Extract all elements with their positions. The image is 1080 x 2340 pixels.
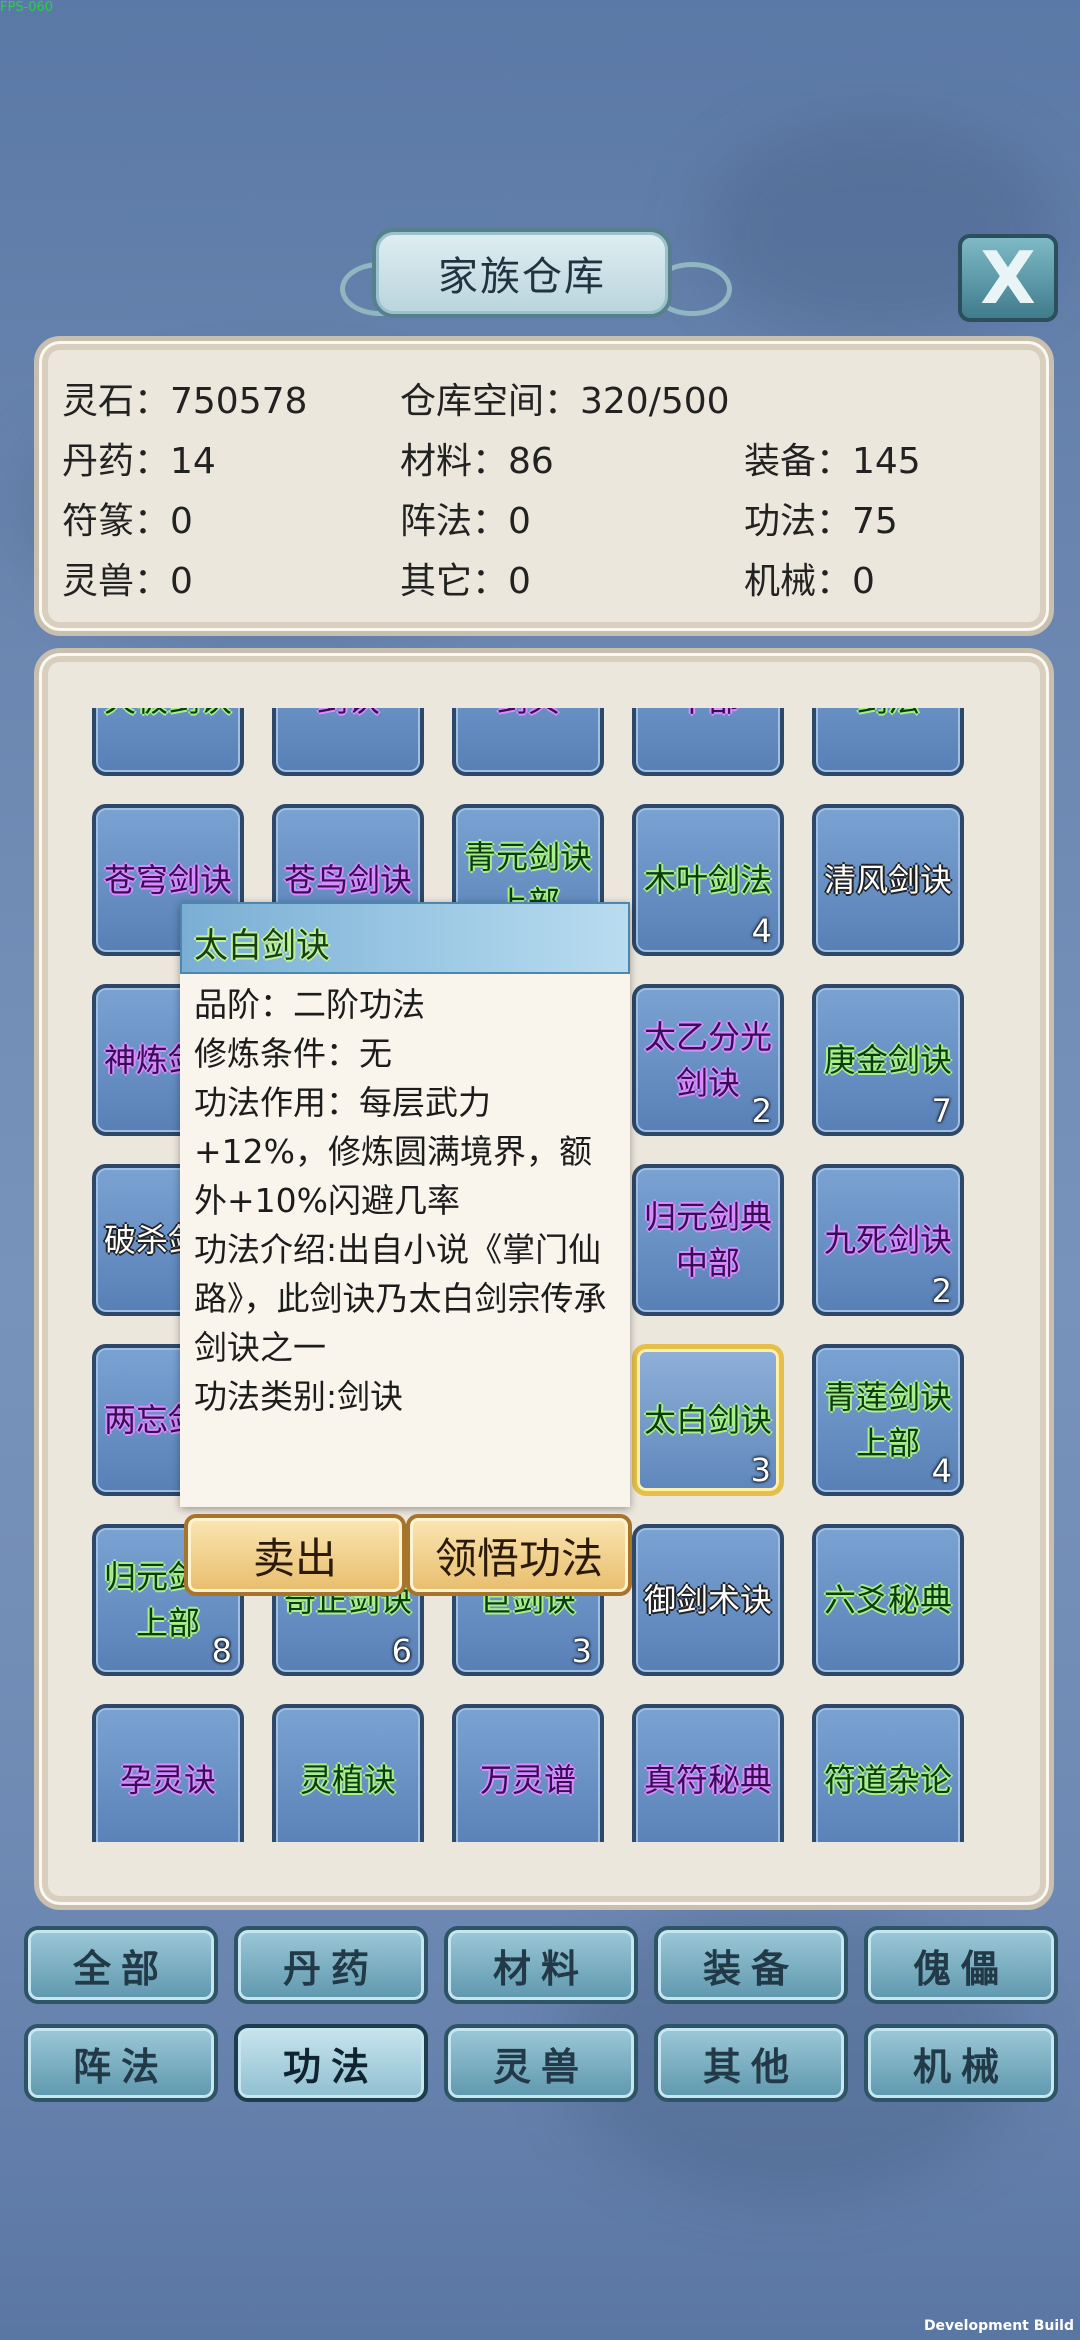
tab-8[interactable]: 灵兽 (444, 2024, 638, 2102)
stat-value: 材料：86 (400, 441, 554, 482)
stat-value: 装备：145 (744, 441, 921, 482)
stat-value: 灵石：750578 (62, 381, 308, 422)
item-name: 归元剑典中部 (643, 1198, 772, 1282)
tooltip-line: 修炼条件：无 (194, 1034, 392, 1073)
item-name: 灵植诀 (299, 1761, 396, 1799)
item-slot[interactable]: 太乙分光剑诀 2 (632, 984, 784, 1136)
item-name: 剑诀 (278, 708, 418, 723)
item-slot[interactable]: 真符秘典 (632, 1704, 784, 1842)
item-slot[interactable]: 归元剑典中部 (632, 1164, 784, 1316)
tab-10[interactable]: 机械 (864, 2024, 1058, 2102)
item-tooltip: 太白剑诀 品阶：二阶功法 修炼条件：无功法作用：每层武力+12%，修炼圆满境界，额… (180, 902, 630, 1507)
close-button[interactable]: X (958, 234, 1058, 322)
item-name: 符道杂论 (823, 1761, 952, 1799)
tab-4[interactable]: 装备 (654, 1926, 848, 2004)
stat-value: 灵兽：0 (62, 561, 193, 602)
title-plaque: 家族仓库 (372, 228, 672, 318)
item-name: 真符秘典 (643, 1761, 772, 1799)
tooltip-line: 功法介绍:出自小说《掌门仙路》，此剑诀乃太白剑宗传承剑诀之一 (194, 1230, 607, 1367)
tab-6[interactable]: 阵法 (24, 2024, 218, 2102)
item-count: 3 (571, 1632, 592, 1670)
item-slot[interactable]: 中部 (632, 708, 784, 776)
learn-button-label: 领悟功法 (434, 1533, 603, 1583)
item-name: 六爻秘典 (823, 1581, 952, 1619)
item-slot[interactable]: 清风剑诀 (812, 804, 964, 956)
item-count: 2 (751, 1092, 772, 1130)
tab-label: 功法 (282, 2044, 379, 2089)
stat-value: 丹药：14 (62, 441, 216, 482)
tooltip-header: 太白剑诀 (180, 902, 630, 974)
item-name: 木叶剑法 (643, 861, 772, 899)
stat-value: 机械：0 (744, 561, 875, 602)
item-slot[interactable]: 青莲剑诀上部 4 (812, 1344, 964, 1496)
item-slot[interactable]: 庚金剑诀 7 (812, 984, 964, 1136)
tab-label: 阵法 (72, 2044, 169, 2089)
tab-label: 其他 (702, 2044, 799, 2089)
tab-9[interactable]: 其他 (654, 2024, 848, 2102)
tab-5[interactable]: 傀儡 (864, 1926, 1058, 2004)
item-slot[interactable]: 剑法 (812, 708, 964, 776)
tab-label: 丹药 (282, 1946, 379, 1991)
item-slot[interactable]: 天极剑诀 (92, 708, 244, 776)
stat-value: 仓库空间：320/500 (400, 381, 730, 422)
tab-2[interactable]: 丹药 (234, 1926, 428, 2004)
tooltip-line: 品阶：二阶功法 (194, 985, 425, 1024)
item-name: 苍鸟剑诀 (283, 861, 412, 899)
item-name: 剑法 (818, 708, 958, 723)
item-name: 孕灵诀 (119, 1761, 216, 1799)
item-slot[interactable]: 符道杂论 (812, 1704, 964, 1842)
item-name: 天极剑诀 (98, 708, 238, 723)
item-count: 8 (211, 1632, 232, 1670)
item-count: 4 (931, 1452, 952, 1490)
sell-button[interactable]: 卖出 (184, 1514, 406, 1596)
item-slot[interactable]: 御剑术诀 (632, 1524, 784, 1676)
item-slot[interactable]: 剑典 (452, 708, 604, 776)
tab-label: 材料 (492, 1946, 589, 1991)
tab-label: 全部 (72, 1946, 169, 1991)
item-name: 万灵谱 (479, 1761, 576, 1799)
close-icon: X (980, 236, 1036, 320)
item-slot[interactable]: 万灵谱 (452, 1704, 604, 1842)
tooltip-body: 品阶：二阶功法 修炼条件：无功法作用：每层武力+12%，修炼圆满境界，额外+10%… (194, 980, 624, 1421)
item-slot[interactable]: 六爻秘典 (812, 1524, 964, 1676)
item-name: 清风剑诀 (823, 861, 952, 899)
tab-label: 傀儡 (912, 1946, 1009, 1991)
item-slot[interactable]: 九死剑诀 2 (812, 1164, 964, 1316)
stat-value: 阵法：0 (400, 501, 531, 542)
tab-3[interactable]: 材料 (444, 1926, 638, 2004)
tooltip-line: 功法作用：每层武力+12%，修炼圆满境界，额外+10%闪避几率 (194, 1083, 592, 1220)
tooltip-title: 太白剑诀 (194, 926, 330, 966)
tooltip-line: 功法类别:剑诀 (194, 1377, 404, 1416)
item-name: 御剑术诀 (643, 1581, 772, 1619)
item-count: 6 (391, 1632, 412, 1670)
tab-label: 灵兽 (492, 2044, 589, 2089)
item-slot[interactable]: 剑诀 (272, 708, 424, 776)
item-slot[interactable]: 孕灵诀 (92, 1704, 244, 1842)
item-slot[interactable]: 木叶剑法 4 (632, 804, 784, 956)
tab-label: 装备 (702, 1946, 799, 1991)
item-name: 苍穹剑诀 (103, 861, 232, 899)
sell-button-label: 卖出 (252, 1533, 337, 1583)
item-name: 剑典 (458, 708, 598, 723)
item-count: 2 (931, 1272, 952, 1310)
item-count: 4 (751, 912, 772, 950)
fps-counter: FPS-060 (0, 0, 54, 15)
item-slot[interactable]: 太白剑诀 3 (632, 1344, 784, 1496)
tab-7[interactable]: 功法 (234, 2024, 428, 2102)
tab-label: 机械 (912, 2044, 1009, 2089)
item-count: 3 (750, 1451, 771, 1489)
stat-value: 符篆：0 (62, 501, 193, 542)
tab-1[interactable]: 全部 (24, 1926, 218, 2004)
learn-technique-button[interactable]: 领悟功法 (406, 1514, 632, 1596)
stat-value: 功法：75 (744, 501, 898, 542)
item-name: 中部 (638, 708, 778, 723)
item-name: 九死剑诀 (823, 1221, 952, 1259)
item-count: 7 (931, 1092, 952, 1130)
build-label: Development Build (923, 2318, 1074, 2334)
item-name: 庚金剑诀 (823, 1041, 952, 1079)
item-slot[interactable]: 灵植诀 (272, 1704, 424, 1842)
item-name: 太白剑诀 (643, 1401, 772, 1439)
page-title: 家族仓库 (438, 254, 606, 300)
stat-value: 其它：0 (400, 561, 531, 602)
